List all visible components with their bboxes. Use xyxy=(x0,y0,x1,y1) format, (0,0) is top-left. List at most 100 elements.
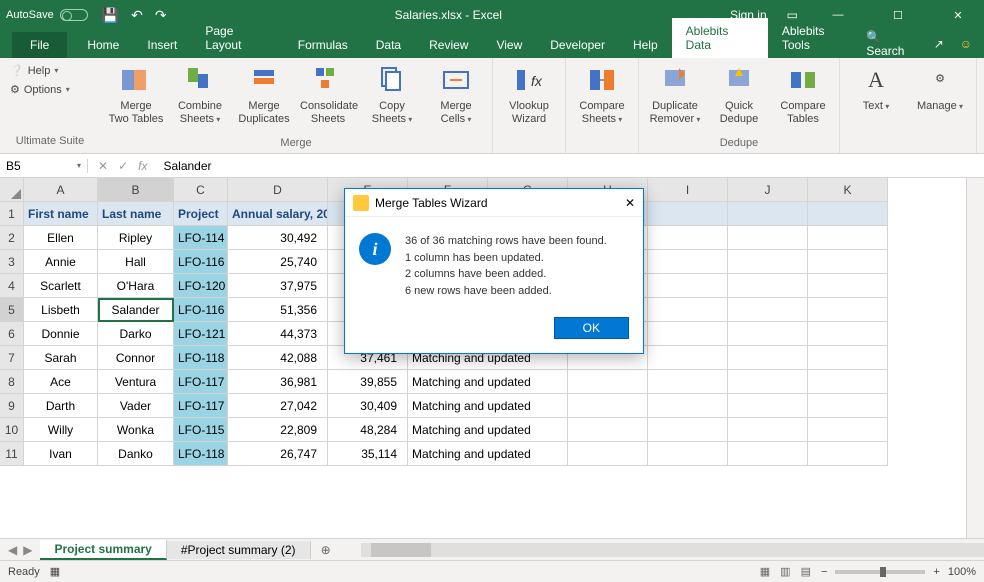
cell[interactable] xyxy=(648,346,728,370)
cell[interactable]: LFO-121 xyxy=(174,322,228,346)
toggle-off-icon[interactable] xyxy=(60,9,88,21)
cell[interactable]: 26,747 xyxy=(228,442,328,466)
cell[interactable] xyxy=(808,322,888,346)
cell[interactable]: 48,284 xyxy=(328,418,408,442)
cell[interactable]: LFO-117 xyxy=(174,394,228,418)
undo-icon[interactable]: ↶ xyxy=(131,7,143,24)
cell[interactable] xyxy=(568,442,648,466)
row-header-3[interactable]: 3 xyxy=(0,250,23,274)
row-header-5[interactable]: 5 xyxy=(0,298,23,322)
formula-input[interactable] xyxy=(157,159,984,173)
row-header-6[interactable]: 6 xyxy=(0,322,23,346)
copy-sheets-button[interactable]: CopySheets xyxy=(362,62,422,128)
cell[interactable]: LFO-120 xyxy=(174,274,228,298)
maximize-button[interactable]: ☐ xyxy=(878,0,918,30)
row-header-2[interactable]: 2 xyxy=(0,226,23,250)
zoom-out-button[interactable]: − xyxy=(821,566,827,578)
cell[interactable] xyxy=(568,370,648,394)
cell[interactable] xyxy=(808,226,888,250)
combine-sheets-button[interactable]: CombineSheets xyxy=(170,62,230,128)
header-cell[interactable]: Project xyxy=(174,202,228,226)
tab-review[interactable]: Review xyxy=(415,32,482,58)
cell[interactable] xyxy=(648,394,728,418)
enter-icon[interactable]: ✓ xyxy=(118,159,128,173)
zoom-slider[interactable] xyxy=(835,570,925,574)
search-button[interactable]: 🔍 Search xyxy=(866,30,917,58)
cell[interactable] xyxy=(648,250,728,274)
cell[interactable]: Vader xyxy=(98,394,174,418)
cell[interactable]: Donnie xyxy=(24,322,98,346)
tab-insert[interactable]: Insert xyxy=(133,32,191,58)
cell[interactable]: Sarah xyxy=(24,346,98,370)
autosave-toggle[interactable]: AutoSave xyxy=(6,9,88,21)
consolidate-button[interactable]: ConsolidateSheets xyxy=(298,62,358,128)
cell[interactable]: 27,042 xyxy=(228,394,328,418)
cell[interactable] xyxy=(808,370,888,394)
header-cell[interactable] xyxy=(808,202,888,226)
share-icon[interactable]: ↗ xyxy=(934,37,944,51)
col-header-C[interactable]: C xyxy=(174,178,228,202)
cell[interactable]: Ventura xyxy=(98,370,174,394)
duplicate-remover-button[interactable]: DuplicateRemover xyxy=(645,62,705,128)
quick-dedupe-button[interactable]: QuickDedupe xyxy=(709,62,769,128)
cell[interactable] xyxy=(728,250,808,274)
sheet-tab-other[interactable]: #Project summary (2) xyxy=(167,541,311,559)
cell[interactable]: 30,492 xyxy=(228,226,328,250)
cell[interactable] xyxy=(808,346,888,370)
tab-ablebits-tools[interactable]: Ablebits Tools xyxy=(768,18,867,58)
vertical-scrollbar[interactable] xyxy=(966,178,984,538)
cell[interactable]: LFO-114 xyxy=(174,226,228,250)
tab-file[interactable]: File xyxy=(12,32,67,58)
header-cell[interactable]: First name xyxy=(24,202,98,226)
sheet-tab-active[interactable]: Project summary xyxy=(40,540,166,560)
save-icon[interactable]: 💾 xyxy=(102,7,119,24)
cell[interactable]: Connor xyxy=(98,346,174,370)
cell[interactable]: Darko xyxy=(98,322,174,346)
cell[interactable] xyxy=(728,442,808,466)
cell[interactable] xyxy=(648,322,728,346)
redo-icon[interactable]: ↷ xyxy=(155,7,167,24)
cell[interactable]: Darth xyxy=(24,394,98,418)
merge-duplicates-button[interactable]: MergeDuplicates xyxy=(234,62,294,128)
col-header-I[interactable]: I xyxy=(648,178,728,202)
cell[interactable] xyxy=(728,298,808,322)
cell[interactable]: Scarlett xyxy=(24,274,98,298)
header-cell[interactable]: Annual salary, 201 xyxy=(228,202,328,226)
cell[interactable] xyxy=(728,346,808,370)
tab-home[interactable]: Home xyxy=(73,32,133,58)
tab-page-layout[interactable]: Page Layout xyxy=(191,18,283,58)
cell[interactable]: LFO-115 xyxy=(174,418,228,442)
cell[interactable] xyxy=(648,370,728,394)
cancel-icon[interactable]: ✕ xyxy=(98,159,108,173)
cell[interactable] xyxy=(648,298,728,322)
cell[interactable]: LFO-117 xyxy=(174,370,228,394)
tab-view[interactable]: View xyxy=(482,32,536,58)
row-header-8[interactable]: 8 xyxy=(0,370,23,394)
cell[interactable] xyxy=(728,394,808,418)
sheet-prev-icon[interactable]: ◀ xyxy=(8,543,17,557)
cell[interactable]: 35,114 xyxy=(328,442,408,466)
ok-button[interactable]: OK xyxy=(554,317,629,339)
row-header-11[interactable]: 11 xyxy=(0,442,23,466)
tab-ablebits-data[interactable]: Ablebits Data xyxy=(672,18,768,58)
cell[interactable]: 37,975 xyxy=(228,274,328,298)
compare-tables-button[interactable]: CompareTables xyxy=(773,62,833,128)
header-cell[interactable]: Last name xyxy=(98,202,174,226)
cell[interactable] xyxy=(728,370,808,394)
header-cell[interactable] xyxy=(728,202,808,226)
cell[interactable] xyxy=(808,418,888,442)
cell[interactable] xyxy=(808,298,888,322)
cell[interactable] xyxy=(808,250,888,274)
cell[interactable] xyxy=(728,226,808,250)
cell[interactable]: Matching and updated xyxy=(408,394,568,418)
col-header-A[interactable]: A xyxy=(24,178,98,202)
row-header-4[interactable]: 4 xyxy=(0,274,23,298)
merge-two-tables-button[interactable]: MergeTwo Tables xyxy=(106,62,166,128)
cell[interactable]: 25,740 xyxy=(228,250,328,274)
cell[interactable]: Ripley xyxy=(98,226,174,250)
cell[interactable]: Hall xyxy=(98,250,174,274)
name-box[interactable]: B5▾ xyxy=(0,159,88,173)
row-header-9[interactable]: 9 xyxy=(0,394,23,418)
cell[interactable]: 30,409 xyxy=(328,394,408,418)
cell[interactable]: LFO-116 xyxy=(174,298,228,322)
